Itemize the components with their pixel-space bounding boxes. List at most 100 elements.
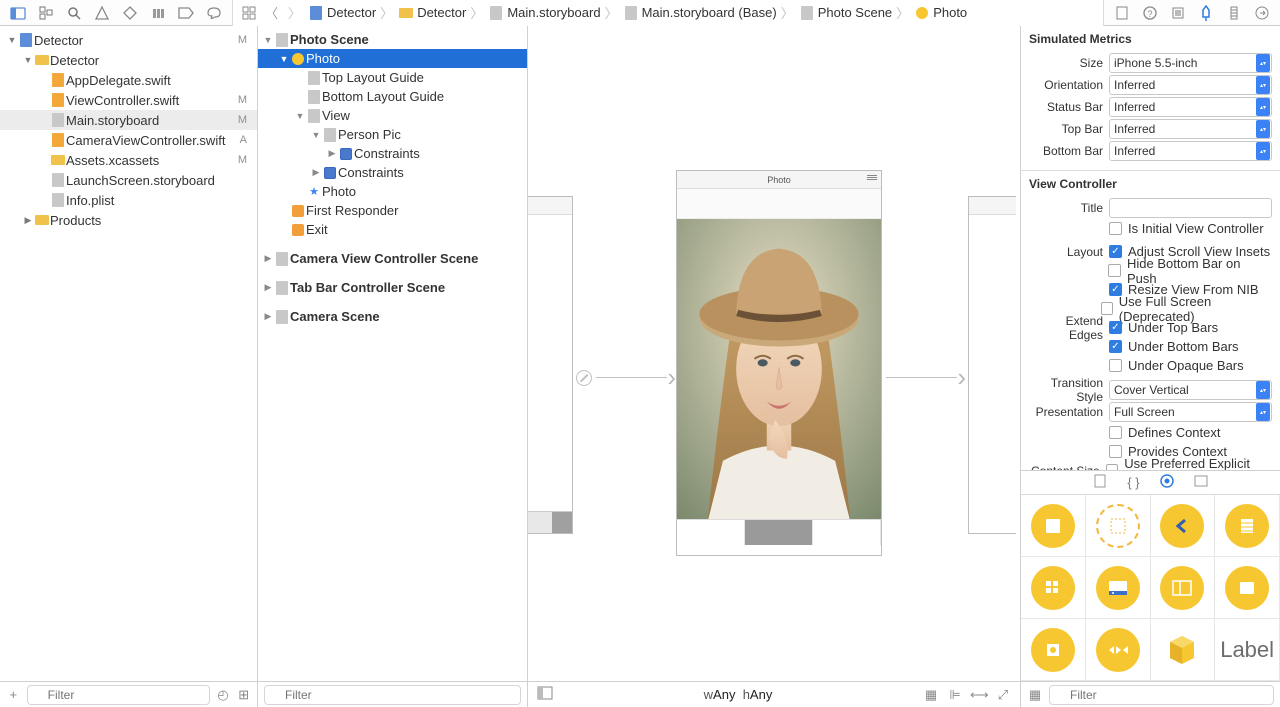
outline-item[interactable]: Top Layout Guide <box>258 68 527 87</box>
debug-icon[interactable] <box>150 5 166 21</box>
connections-inspector-icon[interactable] <box>1254 5 1270 21</box>
outline-item[interactable]: ▼Photo Scene <box>258 30 527 49</box>
outline-item[interactable]: First Responder <box>258 201 527 220</box>
outline-filter-input[interactable] <box>264 685 521 705</box>
provides-context-checkbox[interactable] <box>1109 445 1122 458</box>
segue-outgoing[interactable]: › <box>886 362 966 393</box>
canvas[interactable]: › Photo <box>528 26 1020 707</box>
outline-item[interactable]: ★Photo <box>258 182 527 201</box>
breakpoint-icon[interactable] <box>178 5 194 21</box>
outline-item[interactable]: Exit <box>258 220 527 239</box>
outline-toggle-icon[interactable] <box>536 686 554 703</box>
size-inspector-icon[interactable] <box>1226 5 1242 21</box>
pin-icon[interactable]: ⊫ <box>946 687 964 703</box>
crumb-folder[interactable]: Detector〉 <box>399 3 483 22</box>
initial-vc-checkbox[interactable] <box>1109 222 1122 235</box>
bottombar-select[interactable]: Inferred▴▾ <box>1109 141 1272 161</box>
nav-forward-button[interactable]: 〉 <box>286 3 303 22</box>
tab-bar[interactable] <box>677 519 881 545</box>
file-inspector-icon[interactable] <box>1114 5 1130 21</box>
lib-back[interactable] <box>1151 495 1216 557</box>
nav-item[interactable]: ▼Detector <box>0 50 257 70</box>
hide-bottom-checkbox[interactable] <box>1108 264 1121 277</box>
adjacent-scene-right[interactable] <box>968 196 1016 534</box>
nav-item[interactable]: Main.storyboardM <box>0 110 257 130</box>
outline-item[interactable]: ▶Camera View Controller Scene <box>258 249 527 268</box>
outline-item[interactable]: ▶Constraints <box>258 144 527 163</box>
lib-tableview[interactable] <box>1215 495 1280 557</box>
nav-item[interactable]: ▼DetectorM <box>0 30 257 50</box>
size-class-control[interactable]: wAny hAny <box>560 687 916 702</box>
nav-item[interactable]: LaunchScreen.storyboard <box>0 170 257 190</box>
nav-item[interactable]: CameraViewController.swiftA <box>0 130 257 150</box>
under-top-checkbox[interactable]: ✓ <box>1109 321 1122 334</box>
lib-object[interactable] <box>1151 619 1216 681</box>
orientation-select[interactable]: Inferred▴▾ <box>1109 75 1272 95</box>
navigator-tree[interactable]: ▼DetectorM▼DetectorAppDelegate.swiftView… <box>0 26 257 681</box>
outline-item[interactable]: ▼View <box>258 106 527 125</box>
lib-navcontroller[interactable] <box>1086 495 1151 557</box>
lib-pageview[interactable] <box>1215 557 1280 619</box>
outline-item[interactable]: ▼Photo <box>258 49 527 68</box>
nav-item[interactable]: ViewController.swiftM <box>0 90 257 110</box>
adjust-insets-checkbox[interactable]: ✓ <box>1109 245 1122 258</box>
resolve-icon[interactable]: ⟷ <box>970 687 988 703</box>
media-tab[interactable] <box>1194 474 1208 491</box>
nav-item[interactable]: ▶Products <box>0 210 257 230</box>
transition-select[interactable]: Cover Vertical▴▾ <box>1109 380 1272 400</box>
tree-icon[interactable] <box>38 5 54 21</box>
quick-help-icon[interactable]: ? <box>1142 5 1158 21</box>
outline-item[interactable]: ▶Constraints <box>258 163 527 182</box>
grid-view-icon[interactable]: ▦ <box>1027 687 1043 703</box>
outline-item[interactable]: Bottom Layout Guide <box>258 87 527 106</box>
crumb-project[interactable]: Detector〉 <box>309 3 393 22</box>
code-snippet-tab[interactable]: { } <box>1127 475 1139 490</box>
defines-context-checkbox[interactable] <box>1109 426 1122 439</box>
crumb-storyboard-base[interactable]: Main.storyboard (Base)〉 <box>624 3 794 22</box>
add-button[interactable]: + <box>6 687 21 702</box>
outline-item[interactable]: ▼Person Pic <box>258 125 527 144</box>
lib-collectionview[interactable] <box>1021 557 1086 619</box>
title-field[interactable] <box>1109 198 1272 218</box>
nav-item[interactable]: AppDelegate.swift <box>0 70 257 90</box>
outline-item[interactable]: ▶Camera Scene <box>258 307 527 326</box>
nav-back-button[interactable]: 〈 <box>263 3 280 22</box>
scm-icon[interactable]: ⊞ <box>236 687 251 703</box>
file-template-tab[interactable] <box>1093 474 1107 491</box>
size-select[interactable]: iPhone 5.5-inch▴▾ <box>1109 53 1272 73</box>
folder-icon[interactable] <box>10 5 26 21</box>
lib-splitview[interactable] <box>1151 557 1216 619</box>
attributes-inspector-icon[interactable] <box>1198 5 1214 21</box>
lib-viewcontroller[interactable] <box>1021 495 1086 557</box>
statusbar-select[interactable]: Inferred▴▾ <box>1109 97 1272 117</box>
under-opaque-checkbox[interactable] <box>1109 359 1122 372</box>
crumb-storyboard[interactable]: Main.storyboard〉 <box>489 3 617 22</box>
lib-glkit[interactable] <box>1021 619 1086 681</box>
resize-icon[interactable]: ⤢ <box>994 687 1012 703</box>
align-icon[interactable]: ▦ <box>922 687 940 703</box>
identity-inspector-icon[interactable] <box>1170 5 1186 21</box>
crumb-scene[interactable]: Photo Scene〉 <box>800 3 909 22</box>
outline-tree[interactable]: ▼Photo Scene▼PhotoTop Layout GuideBottom… <box>258 26 527 681</box>
presentation-select[interactable]: Full Screen▴▾ <box>1109 402 1272 422</box>
under-bottom-checkbox[interactable]: ✓ <box>1109 340 1122 353</box>
search-icon[interactable] <box>66 5 82 21</box>
adjacent-scene-left[interactable] <box>528 196 573 534</box>
crumb-viewcontroller[interactable]: Photo <box>915 5 967 20</box>
log-icon[interactable] <box>206 5 222 21</box>
diamond-icon[interactable] <box>122 5 138 21</box>
scene-photo[interactable]: Photo <box>676 170 882 556</box>
warning-icon[interactable] <box>94 5 110 21</box>
related-items-icon[interactable] <box>241 5 257 21</box>
clock-icon[interactable]: ◴ <box>216 687 231 703</box>
person-pic-imageview[interactable] <box>677 219 881 519</box>
lib-avkit[interactable] <box>1086 619 1151 681</box>
lib-label[interactable]: Label <box>1215 619 1280 681</box>
outline-item[interactable]: ▶Tab Bar Controller Scene <box>258 278 527 297</box>
nav-item[interactable]: Assets.xcassetsM <box>0 150 257 170</box>
nav-item[interactable]: Info.plist <box>0 190 257 210</box>
lib-tabbar[interactable] <box>1086 557 1151 619</box>
segue-incoming[interactable]: › <box>576 362 676 393</box>
navigator-filter-input[interactable] <box>27 685 210 705</box>
object-tab[interactable] <box>1160 474 1174 491</box>
